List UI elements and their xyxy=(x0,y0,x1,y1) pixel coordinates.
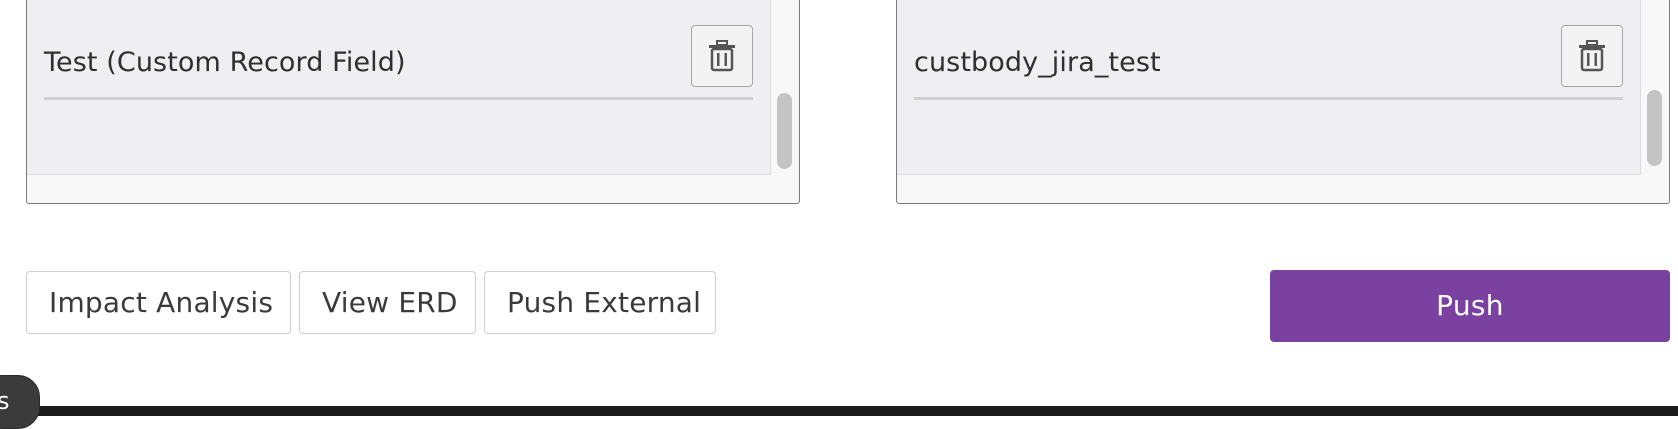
left-scrollbar-thumb[interactable] xyxy=(777,93,792,169)
list-item-label: custbody_jira_test xyxy=(914,47,1161,78)
row-divider xyxy=(44,97,753,100)
view-erd-button[interactable]: View ERD xyxy=(299,271,476,334)
left-field-list-panel: Test (Custom Record Field) xyxy=(26,0,800,204)
right-field-list: custbody_jira_test xyxy=(897,0,1641,175)
list-item xyxy=(44,0,753,13)
list-item-label: Test (Custom Record Field) xyxy=(44,47,406,78)
delete-button[interactable] xyxy=(1561,25,1623,87)
left-field-list: Test (Custom Record Field) xyxy=(27,0,771,175)
list-item: Test (Custom Record Field) xyxy=(44,25,753,100)
right-field-list-panel: custbody_jira_test xyxy=(896,0,1670,204)
impact-analysis-button[interactable]: Impact Analysis xyxy=(26,271,291,334)
push-external-button[interactable]: Push External xyxy=(484,271,716,334)
delete-button[interactable] xyxy=(691,25,753,87)
bottom-bar xyxy=(0,406,1678,416)
list-item xyxy=(914,0,1623,13)
right-scrollbar-thumb[interactable] xyxy=(1647,90,1662,166)
list-item: custbody_jira_test xyxy=(914,25,1623,100)
trash-icon xyxy=(1579,40,1605,72)
push-button[interactable]: Push xyxy=(1270,270,1670,342)
row-divider xyxy=(914,97,1623,100)
trash-icon xyxy=(709,40,735,72)
bottom-pill-button[interactable]: s xyxy=(0,375,40,429)
